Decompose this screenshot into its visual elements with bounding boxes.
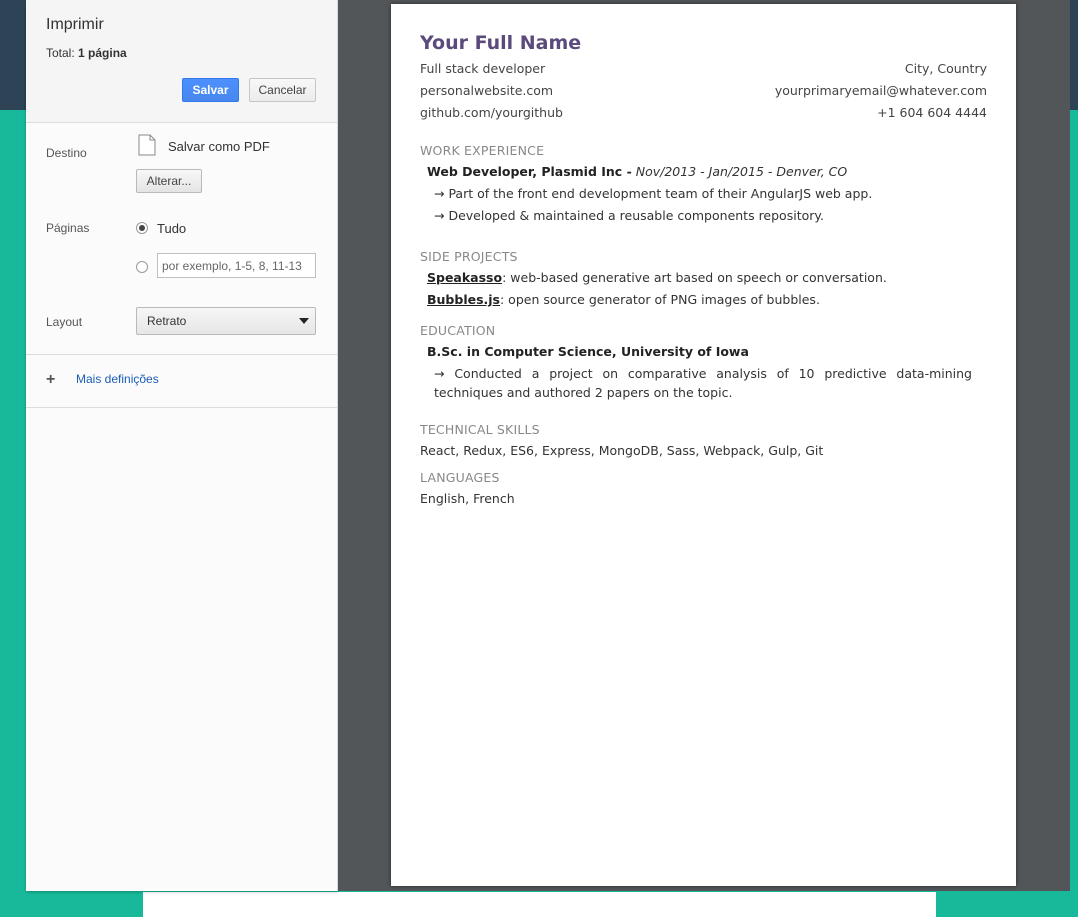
- resume-location: City, Country: [904, 61, 987, 76]
- side-project-item: Bubbles.js: open source generator of PNG…: [427, 292, 820, 307]
- print-preview-area: Your Full Name Full stack developer City…: [338, 0, 1070, 891]
- resume-name: Your Full Name: [420, 32, 582, 54]
- resume-role: Full stack developer: [420, 61, 546, 76]
- pages-label: Páginas: [46, 221, 90, 235]
- document-icon: [138, 134, 156, 156]
- resume-website: personalwebsite.com: [420, 83, 554, 98]
- project-link[interactable]: Speakasso: [427, 270, 502, 285]
- print-title: Imprimir: [46, 16, 104, 33]
- skills-heading: TECHNICAL SKILLS: [420, 422, 540, 437]
- layout-label: Layout: [46, 315, 83, 329]
- education-title: B.Sc. in Computer Science, University of…: [427, 344, 749, 359]
- pages-range-radio[interactable]: [136, 261, 148, 273]
- layout-select-value: Retrato: [147, 314, 187, 328]
- chevron-down-icon: [299, 318, 309, 324]
- project-link[interactable]: Bubbles.js: [427, 292, 500, 307]
- work-dates: Nov/2013 - Jan/2015 - Denver, CO: [635, 164, 848, 179]
- destination-label: Destino: [46, 146, 87, 160]
- background-page-strip: [143, 892, 936, 917]
- pages-all-radio[interactable]: [136, 222, 148, 234]
- pages-all-label[interactable]: Tudo: [157, 221, 186, 236]
- total-label: Total:: [46, 46, 75, 60]
- project-desc: : open source generator of PNG images of…: [500, 292, 820, 307]
- more-settings-link[interactable]: Mais definições: [76, 372, 159, 386]
- work-entry: Web Developer, Plasmid Inc - Nov/2013 - …: [427, 164, 847, 179]
- education-bullet: → Conducted a project on comparative ana…: [434, 366, 972, 400]
- destination-value: Salvar como PDF: [168, 139, 270, 154]
- layout-select[interactable]: Retrato: [136, 307, 316, 335]
- resume-email: yourprimaryemail@whatever.com: [774, 83, 987, 98]
- education-heading: EDUCATION: [420, 323, 496, 338]
- resume-phone: +1 604 604 4444: [877, 105, 987, 120]
- work-bullet: → Developed & maintained a reusable comp…: [434, 208, 824, 223]
- side-projects-heading: SIDE PROJECTS: [420, 249, 518, 264]
- work-title: Web Developer, Plasmid Inc -: [427, 164, 632, 179]
- skills-list: React, Redux, ES6, Express, MongoDB, Sas…: [420, 443, 824, 458]
- page-total: Total: 1 página: [46, 46, 127, 60]
- resume-github: github.com/yourgithub: [420, 105, 563, 120]
- work-bullet: → Part of the front end development team…: [434, 186, 873, 201]
- languages-heading: LANGUAGES: [420, 470, 500, 485]
- languages-list: English, French: [420, 491, 515, 506]
- more-settings-row[interactable]: + Mais definições: [26, 354, 337, 408]
- work-heading: WORK EXPERIENCE: [420, 143, 545, 158]
- pages-range-input[interactable]: [157, 253, 316, 278]
- print-settings-panel: Imprimir Total: 1 página Salvar Cancelar…: [26, 0, 338, 891]
- plus-icon[interactable]: +: [46, 372, 55, 388]
- save-button[interactable]: Salvar: [182, 78, 239, 102]
- side-project-item: Speakasso: web-based generative art base…: [427, 270, 887, 285]
- print-panel-header: Imprimir Total: 1 página Salvar Cancelar: [26, 0, 337, 123]
- project-desc: : web-based generative art based on spee…: [502, 270, 887, 285]
- cancel-button[interactable]: Cancelar: [249, 78, 316, 102]
- total-value: 1 página: [78, 46, 127, 60]
- preview-page: Your Full Name Full stack developer City…: [391, 4, 1016, 886]
- change-destination-button[interactable]: Alterar...: [136, 169, 202, 193]
